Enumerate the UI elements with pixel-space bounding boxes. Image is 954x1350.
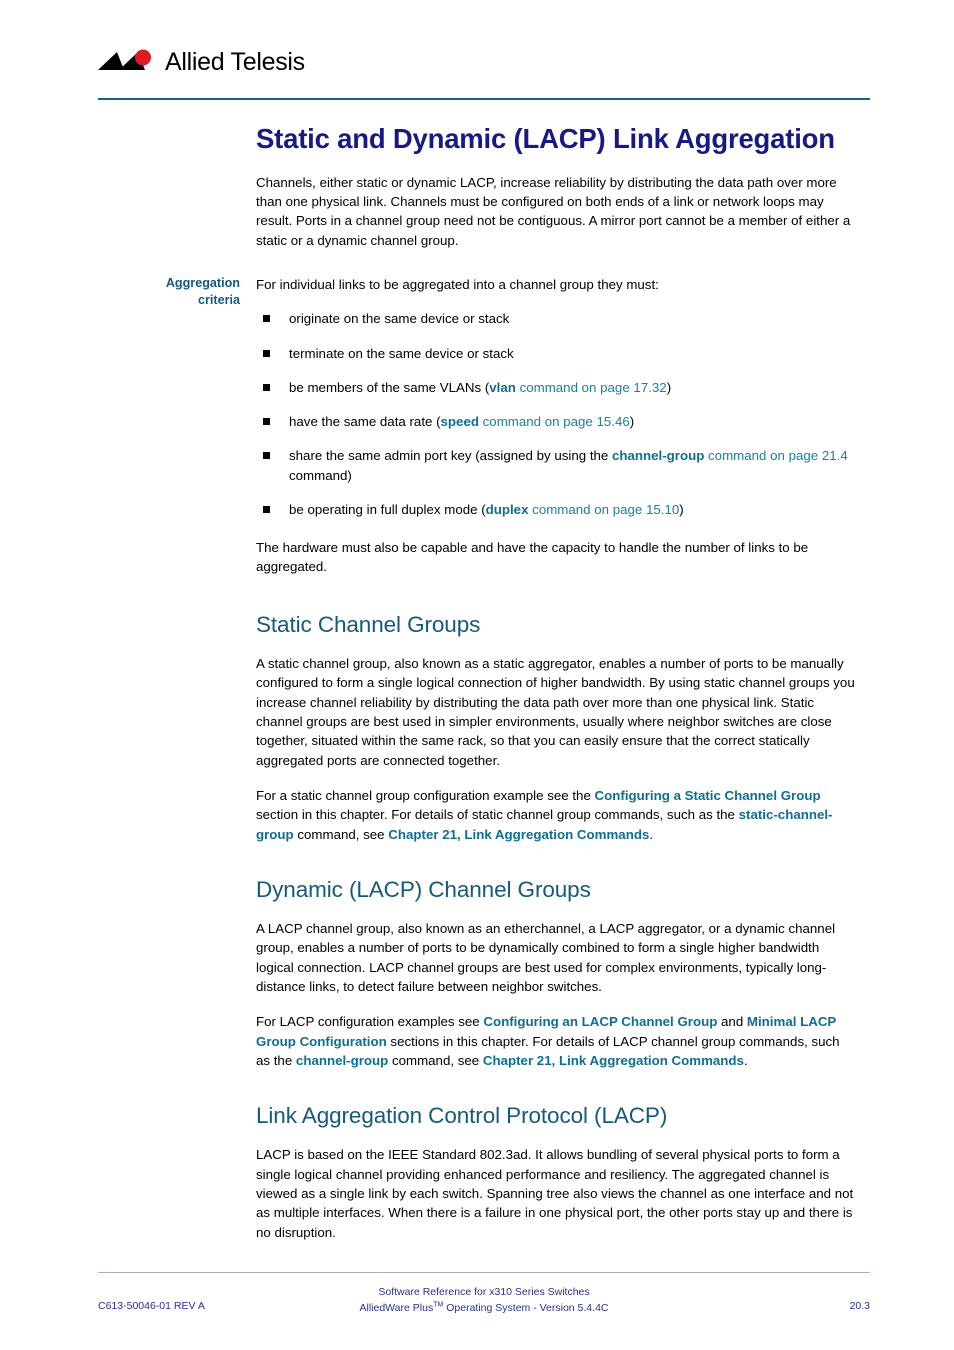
page-footer: Software Reference for x310 Series Switc…: [98, 1284, 870, 1330]
xref-configuring-lacp-channel-group[interactable]: Configuring an LACP Channel Group: [483, 1014, 717, 1029]
footer-divider: [98, 1272, 870, 1273]
trademark-mark: TM: [433, 1301, 444, 1309]
list-item-text-post: command): [289, 467, 352, 483]
criteria-lead: For individual links to be aggregated in…: [256, 276, 659, 292]
xref-channel-group-command[interactable]: channel-group: [296, 1053, 388, 1068]
bullet-square-icon: [263, 452, 270, 460]
section-paragraph: A static channel group, also known as a …: [256, 655, 855, 768]
bullet-square-icon: [263, 349, 270, 357]
command-link-channel-group[interactable]: channel-group: [612, 448, 704, 463]
list-item-text: be operating in full duplex mode (: [289, 501, 486, 517]
page-ref-link[interactable]: command on page 21.4: [704, 448, 848, 463]
xref-chapter-21[interactable]: Chapter 21, Link Aggregation Commands: [388, 827, 649, 842]
list-item-text: be members of the same VLANs (: [289, 379, 490, 395]
margin-note-aggregation-criteria: Aggregation criteria: [98, 275, 240, 308]
page-ref-link[interactable]: command on page 15.10: [528, 502, 679, 517]
list-item: originate on the same device or stack: [256, 309, 856, 328]
section-paragraph: LACP is based on the IEEE Standard 802.3…: [256, 1147, 854, 1240]
list-item-text: terminate on the same device or stack: [289, 345, 514, 361]
bullet-square-icon: [263, 315, 270, 323]
aggregation-criteria-block: Aggregation criteria For individual link…: [98, 275, 870, 577]
list-item: be members of the same VLANs (vlan comma…: [256, 378, 856, 397]
text-segment: command, see: [388, 1052, 483, 1068]
footer-version-text: Operating System - Version 5.4.4C: [443, 1302, 609, 1315]
footer-version-line: AlliedWare PlusTM Operating System - Ver…: [98, 1300, 870, 1316]
command-link-speed[interactable]: speed: [441, 414, 479, 429]
section-heading: Static Channel Groups: [256, 611, 481, 637]
command-link-duplex[interactable]: duplex: [486, 502, 529, 517]
header-divider: [98, 98, 870, 100]
footer-document-id: C613-50046-01 REV A: [98, 1300, 205, 1312]
section-heading: Link Aggregation Control Protocol (LACP): [256, 1103, 668, 1129]
title-block: Static and Dynamic (LACP) Link Aggregati…: [98, 122, 870, 250]
section-heading: Dynamic (LACP) Channel Groups: [256, 876, 591, 902]
text-segment: command, see: [293, 826, 389, 842]
footer-title-line: Software Reference for x310 Series Switc…: [378, 1286, 590, 1298]
section-paragraph: A LACP channel group, also known as an e…: [256, 920, 836, 994]
page-content: Static and Dynamic (LACP) Link Aggregati…: [98, 122, 870, 1242]
criteria-closing-paragraph: The hardware must also be capable and ha…: [256, 540, 809, 575]
section-link-aggregation-control-protocol: Link Aggregation Control Protocol (LACP)…: [98, 1102, 870, 1242]
bullet-square-icon: [263, 383, 270, 391]
text-segment: .: [743, 1052, 748, 1068]
section-static-channel-groups: Static Channel Groups A static channel g…: [98, 611, 870, 844]
intro-paragraph: Channels, either static or dynamic LACP,…: [256, 174, 851, 248]
criteria-list: originate on the same device or stack te…: [256, 309, 856, 519]
list-item: be operating in full duplex mode (duplex…: [256, 500, 856, 519]
allied-telesis-logo: Allied Telesis: [98, 40, 870, 82]
footer-product-name: AlliedWare Plus: [359, 1302, 434, 1315]
list-item: terminate on the same device or stack: [256, 344, 856, 363]
bullet-square-icon: [263, 418, 270, 426]
list-item-text-post: ): [629, 414, 635, 430]
list-item-text: have the same data rate (: [289, 414, 441, 430]
logo-wordmark: Allied Telesis: [165, 47, 305, 76]
text-segment: For LACP configuration examples see: [256, 1014, 484, 1030]
text-segment: and: [717, 1014, 747, 1030]
list-item: share the same admin port key (assigned …: [256, 446, 856, 485]
page-title: Static and Dynamic (LACP) Link Aggregati…: [256, 123, 835, 154]
section-paragraph-links: For LACP configuration examples see Conf…: [256, 1012, 856, 1070]
section-paragraph-links: For a static channel group configuration…: [256, 786, 856, 844]
margin-note-line-1: Aggregation: [165, 275, 240, 290]
footer-page-number: 20.3: [849, 1300, 870, 1312]
text-segment: .: [649, 826, 654, 842]
list-item-text-post: ): [679, 501, 684, 517]
list-item-text: originate on the same device or stack: [289, 311, 510, 327]
list-item-text: share the same admin port key (assigned …: [289, 448, 612, 464]
document-page: Allied Telesis Static and Dynamic (LACP)…: [0, 0, 954, 1350]
command-link-vlan[interactable]: vlan: [489, 380, 516, 395]
text-segment: section in this chapter. For details of …: [256, 807, 739, 823]
xref-chapter-21[interactable]: Chapter 21, Link Aggregation Commands: [483, 1053, 744, 1068]
list-item: have the same data rate (speed command o…: [256, 412, 856, 431]
page-ref-link[interactable]: command on page 15.46: [479, 414, 630, 429]
page-ref-link[interactable]: command on page 17.32: [516, 380, 667, 395]
text-segment: For a static channel group configuration…: [256, 787, 595, 803]
footer-center-block: Software Reference for x310 Series Switc…: [98, 1284, 870, 1317]
xref-configuring-static-channel-group[interactable]: Configuring a Static Channel Group: [595, 788, 821, 803]
margin-note-line-2: criteria: [197, 292, 240, 307]
section-dynamic-lacp-channel-groups: Dynamic (LACP) Channel Groups A LACP cha…: [98, 876, 870, 1070]
page-header: Allied Telesis: [98, 40, 870, 85]
logo-mark-icon: [98, 49, 151, 70]
list-item-text-post: ): [666, 379, 672, 395]
bullet-square-icon: [263, 505, 270, 513]
